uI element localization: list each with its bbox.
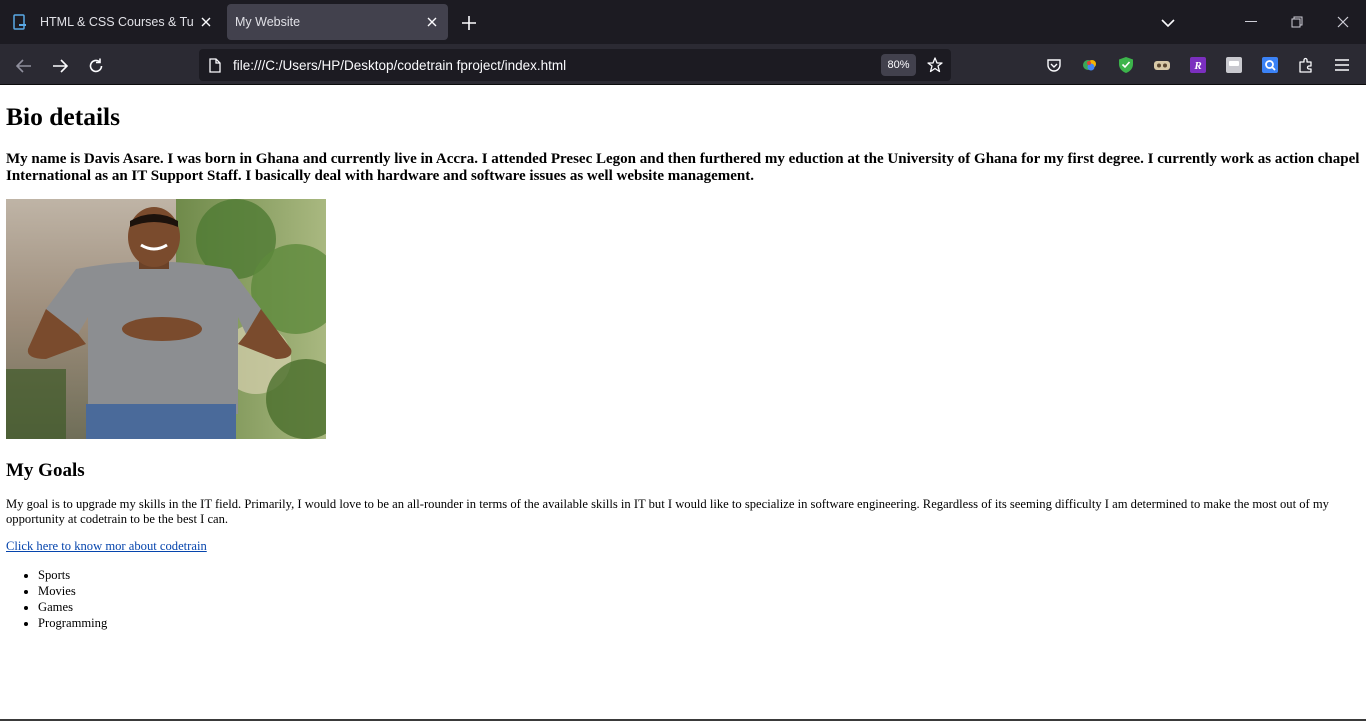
- close-tab-icon[interactable]: [420, 10, 444, 34]
- list-item: Sports: [38, 567, 107, 583]
- url-text[interactable]: file:///C:/Users/HP/Desktop/codetrain fp…: [233, 58, 881, 73]
- tab-html-css-courses[interactable]: HTML & CSS Courses & Tutorials: [4, 4, 222, 40]
- tab-bar: HTML & CSS Courses & Tutorials My Websit…: [0, 0, 1366, 44]
- goals-heading: My Goals: [6, 460, 85, 481]
- codetrain-link[interactable]: Click here to know mor about codetrain: [6, 539, 207, 554]
- q-extension-icon[interactable]: [1258, 53, 1282, 77]
- arrow-right-icon[interactable]: [46, 52, 74, 80]
- menu-icon[interactable]: [1330, 53, 1354, 77]
- star-icon[interactable]: [922, 52, 948, 78]
- page-content: Bio details My name is Davis Asare. I wa…: [0, 86, 1366, 719]
- svg-text:R: R: [1193, 60, 1201, 72]
- codetrain-favicon-icon: [12, 14, 28, 30]
- r-extension-icon[interactable]: R: [1186, 53, 1210, 77]
- close-window-icon[interactable]: [1328, 8, 1358, 36]
- zoom-level-button[interactable]: 80%: [881, 54, 916, 76]
- goals-paragraph: My goal is to upgrade my skills in the I…: [6, 497, 1329, 526]
- minimize-icon[interactable]: [1236, 8, 1266, 36]
- list-item: Games: [38, 599, 107, 615]
- chevron-down-icon[interactable]: [1155, 10, 1181, 36]
- list-item: Programming: [38, 615, 107, 631]
- puzzle-icon[interactable]: [1294, 53, 1318, 77]
- pocket-icon[interactable]: [1042, 53, 1066, 77]
- url-bar[interactable]: file:///C:/Users/HP/Desktop/codetrain fp…: [199, 49, 951, 81]
- reload-icon[interactable]: [82, 52, 110, 80]
- plus-icon[interactable]: [456, 10, 482, 36]
- tab-title: HTML & CSS Courses & Tutorials: [40, 15, 194, 29]
- tab-title: My Website: [235, 15, 301, 29]
- shield-icon[interactable]: [1114, 53, 1138, 77]
- page-title: Bio details: [6, 102, 121, 131]
- bio-paragraph: My name is Davis Asare. I was born in Gh…: [6, 151, 1360, 184]
- color-extension-icon[interactable]: [1078, 53, 1102, 77]
- gray-extension-icon[interactable]: [1222, 53, 1246, 77]
- list-item: Movies: [38, 583, 107, 599]
- navigation-toolbar: file:///C:/Users/HP/Desktop/codetrain fp…: [0, 44, 1366, 85]
- arrow-left-icon[interactable]: [10, 52, 38, 80]
- extension-icon[interactable]: [1150, 53, 1174, 77]
- close-tab-icon[interactable]: [194, 10, 218, 34]
- hobbies-list: Sports Movies Games Programming: [38, 567, 107, 631]
- page-icon: [207, 57, 223, 73]
- tab-my-website[interactable]: My Website: [227, 4, 448, 40]
- restore-icon[interactable]: [1282, 8, 1312, 36]
- profile-photo: [6, 199, 326, 439]
